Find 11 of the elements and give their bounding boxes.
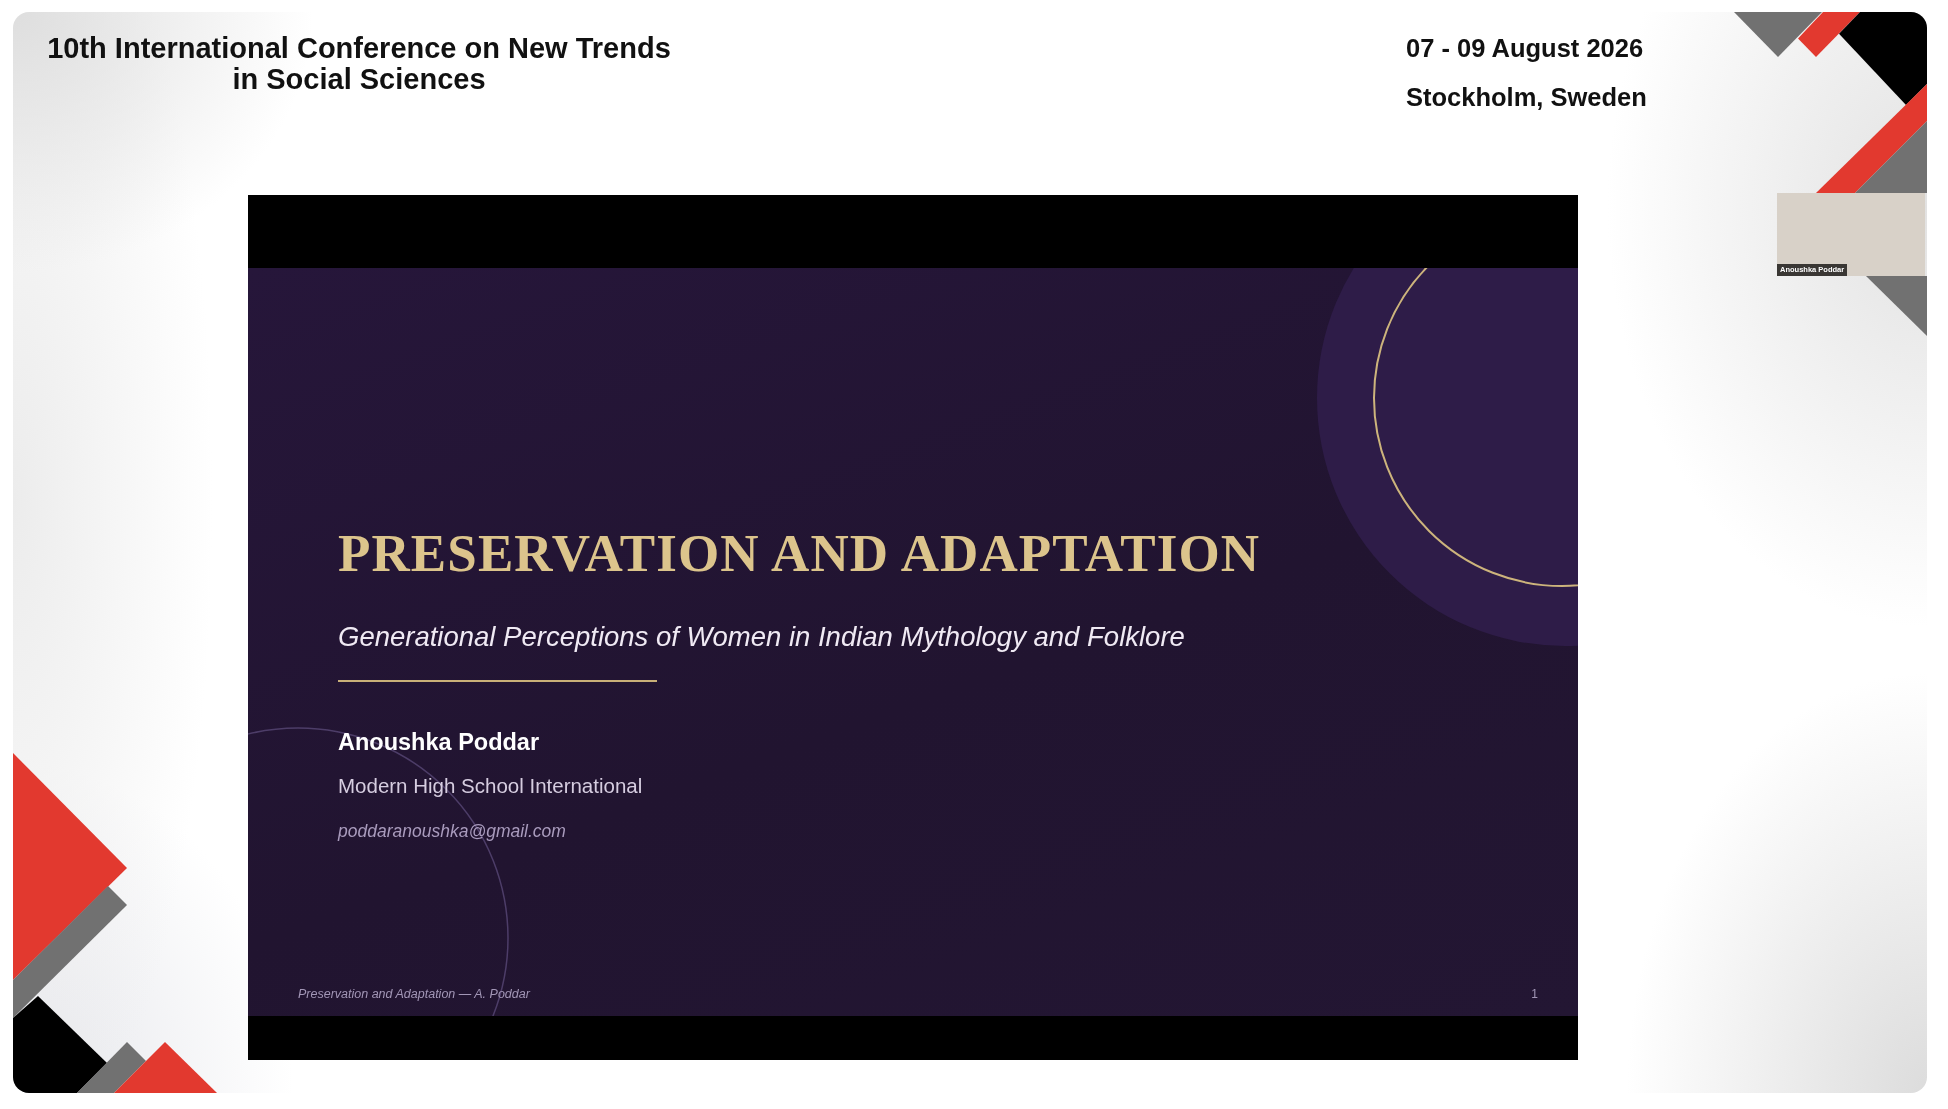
slide-number: 1	[1531, 986, 1538, 1003]
slide-title: PRESERVATION AND ADAPTATION	[338, 523, 1261, 584]
triangle-drawing	[1866, 276, 1927, 336]
slide-subtitle: Generational Perceptions of Women in Indian Mythology and Folklore	[338, 620, 1185, 654]
slide-footer-text: Preservation and Adaptation — A. Poddar	[298, 986, 530, 1003]
event-dates: 07 - 09 August 2026	[1406, 33, 1644, 63]
event-location: Stockholm, Sweden	[1406, 82, 1647, 112]
conference-title: 10th International Conference on New Trends in Social Sciences	[46, 33, 672, 95]
author-affiliation: Modern High School International	[338, 773, 643, 799]
author-name: Anoushka Poddar	[338, 728, 540, 757]
author-email: poddaranoushka@gmail.com	[338, 820, 566, 842]
